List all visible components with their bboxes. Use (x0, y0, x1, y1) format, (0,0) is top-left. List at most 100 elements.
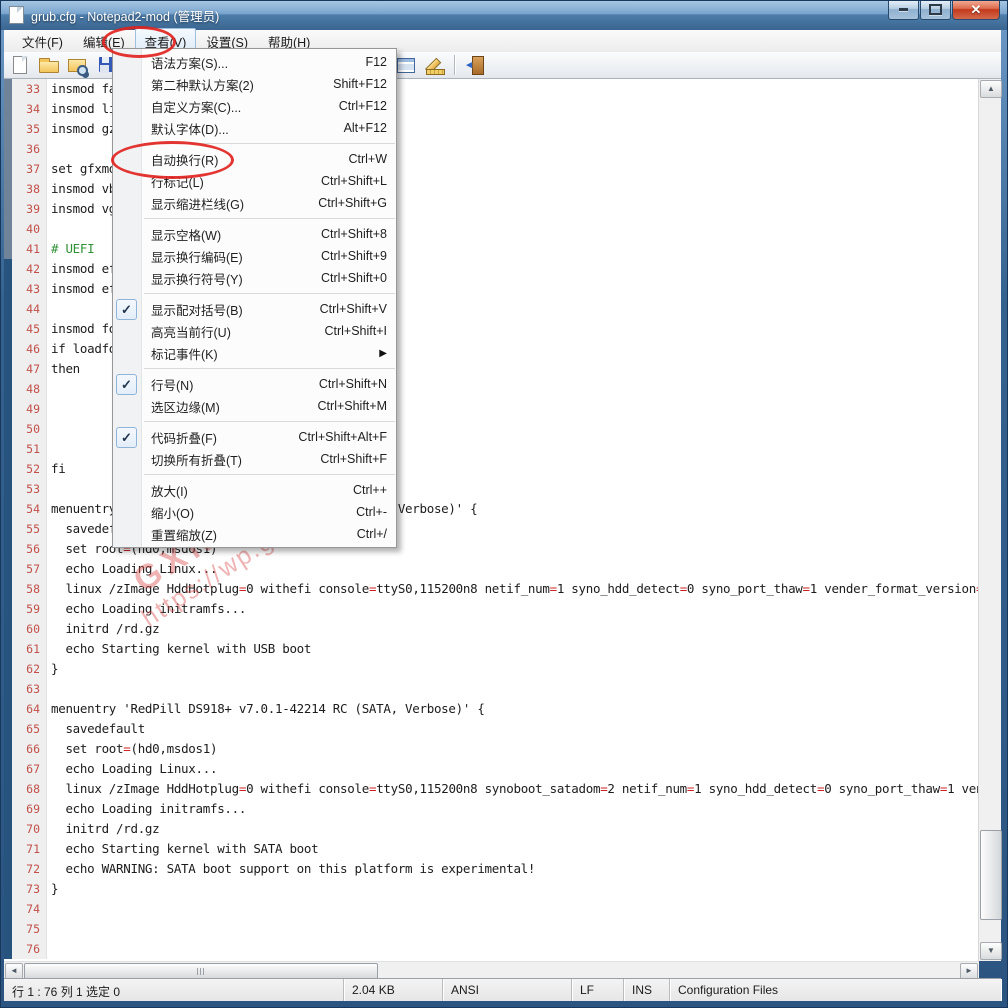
code-text: linux /zImage HddHotplug=0 withefi conso… (47, 779, 979, 799)
scheme-config-icon[interactable] (394, 53, 418, 77)
code-line: 76 (4, 939, 979, 959)
close-icon: ✕ (971, 1, 982, 18)
maximize-button[interactable] (920, 0, 951, 20)
menu-item-shortcut: Ctrl+Shift+M (318, 399, 387, 413)
minimize-icon (899, 8, 908, 11)
menu-item-shortcut: F12 (365, 55, 387, 69)
minimize-button[interactable] (888, 0, 919, 20)
fold-margin (4, 399, 12, 419)
statusbar-line-ending: LF (572, 979, 624, 1001)
line-number: 58 (12, 579, 47, 599)
menu-separator (144, 474, 395, 475)
line-number: 46 (12, 339, 47, 359)
line-number: 68 (12, 779, 47, 799)
line-number: 35 (12, 119, 47, 139)
fold-margin (4, 259, 12, 279)
toolbar-left-group (8, 53, 119, 77)
fold-margin (4, 619, 12, 639)
line-number: 36 (12, 139, 47, 159)
menu-item-shortcut: Ctrl+/ (357, 527, 387, 541)
fold-margin (4, 519, 12, 539)
menu-item-shortcut: Ctrl+Shift+9 (321, 249, 387, 263)
menu-item-label: 第二种默认方案(2) (151, 75, 254, 94)
fold-margin (4, 199, 12, 219)
code-line: 60 initrd /rd.gz (4, 619, 979, 639)
fold-margin (4, 739, 12, 759)
vertical-scrollbar[interactable]: ▲ ▼ (978, 79, 1001, 961)
view-menu-item-show-wrap-symbols[interactable]: 显示换行符号(Y)Ctrl+Shift+0 (113, 267, 396, 289)
view-menu-item-zoom-in[interactable]: 放大(I)Ctrl++ (113, 479, 396, 501)
view-menu-item-mark-occurrences[interactable]: 标记事件(K)▶ (113, 342, 396, 364)
view-menu-item-default-font[interactable]: 默认字体(D)...Alt+F12 (113, 117, 396, 139)
view-menu-item-line-numbers[interactable]: ✓行号(N)Ctrl+Shift+N (113, 373, 396, 395)
code-line: 71 echo Starting kernel with SATA boot (4, 839, 979, 859)
menu-item-label: 缩小(O) (151, 503, 194, 522)
fold-margin (4, 339, 12, 359)
code-text: savedefault (47, 719, 145, 739)
code-text: } (47, 659, 58, 679)
view-menu-item-custom-schemes[interactable]: 自定义方案(C)...Ctrl+F12 (113, 95, 396, 117)
fold-margin (4, 899, 12, 919)
fold-margin (4, 359, 12, 379)
code-line: 70 initrd /rd.gz (4, 819, 979, 839)
view-menu-item-highlight-current-line[interactable]: 高亮当前行(U)Ctrl+Shift+I (113, 320, 396, 342)
menu-item-shortcut: Ctrl+Shift+F (320, 452, 387, 466)
menu-item-label: 语法方案(S)... (151, 53, 228, 72)
fold-margin (4, 819, 12, 839)
statusbar-encoding: ANSI (443, 979, 572, 1001)
code-text: set root=(hd0,msdos1) (47, 739, 217, 759)
view-menu-item-match-braces[interactable]: ✓显示配对括号(B)Ctrl+Shift+V (113, 298, 396, 320)
view-menu-item-show-whitespace[interactable]: 显示空格(W)Ctrl+Shift+8 (113, 223, 396, 245)
titlebar[interactable]: grub.cfg - Notepad2-mod (管理员) ✕ (0, 0, 1008, 30)
scroll-up-icon[interactable]: ▲ (980, 80, 1002, 98)
pencil-ruler-icon[interactable] (423, 53, 447, 77)
line-number: 55 (12, 519, 47, 539)
view-menu-item-show-line-ending-codes[interactable]: 显示换行编码(E)Ctrl+Shift+9 (113, 245, 396, 267)
view-menu-item-second-default-scheme[interactable]: 第二种默认方案(2)Shift+F12 (113, 73, 396, 95)
scroll-down-icon[interactable]: ▼ (980, 942, 1002, 960)
close-button[interactable]: ✕ (952, 0, 1000, 20)
fold-margin (4, 139, 12, 159)
menubar-item-file[interactable]: 文件(F) (12, 28, 73, 55)
fold-margin (4, 799, 12, 819)
checkmark-icon: ✓ (116, 427, 137, 448)
horizontal-scrollbar[interactable]: ◄ ► (4, 961, 979, 979)
code-line: 64menuentry 'RedPill DS918+ v7.0.1-42214… (4, 699, 979, 719)
menu-separator (144, 421, 395, 422)
view-menu-item-selection-margin[interactable]: 选区边缘(M)Ctrl+Shift+M (113, 395, 396, 417)
view-menu-item-show-indent-guides[interactable]: 显示缩进栏线(G)Ctrl+Shift+G (113, 192, 396, 214)
vertical-scroll-thumb[interactable] (980, 830, 1002, 920)
line-number: 72 (12, 859, 47, 879)
code-text: echo Loading initramfs... (47, 599, 246, 619)
view-menu-item-toggle-all-folds[interactable]: 切换所有折叠(T)Ctrl+Shift+F (113, 448, 396, 470)
line-number: 66 (12, 739, 47, 759)
menu-separator (144, 368, 395, 369)
fold-margin (4, 639, 12, 659)
fold-margin (4, 719, 12, 739)
code-text (47, 919, 51, 939)
exit-door-icon[interactable] (463, 53, 487, 77)
checkmark-icon: ✓ (116, 299, 137, 320)
view-menu-item-reset-zoom[interactable]: 重置缩放(Z)Ctrl+/ (113, 523, 396, 545)
view-menu-item-syntax-scheme[interactable]: 语法方案(S)... F12 (113, 51, 396, 73)
open-folder-icon[interactable] (37, 53, 61, 77)
view-menu-item-line-marker[interactable]: 行标记(L)Ctrl+Shift+L (113, 170, 396, 192)
view-menu-item-zoom-out[interactable]: 缩小(O)Ctrl+- (113, 501, 396, 523)
window-title: grub.cfg - Notepad2-mod (管理员) (31, 6, 219, 25)
fold-margin (4, 79, 12, 99)
fold-margin (4, 379, 12, 399)
line-number: 39 (12, 199, 47, 219)
code-line: 63 (4, 679, 979, 699)
menu-item-shortcut: Ctrl+Shift+N (319, 377, 387, 391)
menu-item-shortcut: Alt+F12 (344, 121, 387, 135)
view-menu-item-word-wrap[interactable]: 自动换行(R)Ctrl+W (113, 148, 396, 170)
menu-item-shortcut: Ctrl++ (353, 483, 387, 497)
new-file-icon[interactable] (8, 53, 32, 77)
folder-search-icon[interactable] (66, 53, 90, 77)
submenu-arrow-icon: ▶ (379, 348, 387, 359)
line-number: 75 (12, 919, 47, 939)
view-menu-item-code-folding[interactable]: ✓代码折叠(F)Ctrl+Shift+Alt+F (113, 426, 396, 448)
code-text (47, 899, 51, 919)
line-number: 37 (12, 159, 47, 179)
menu-item-label: 自动换行(R) (151, 150, 218, 169)
